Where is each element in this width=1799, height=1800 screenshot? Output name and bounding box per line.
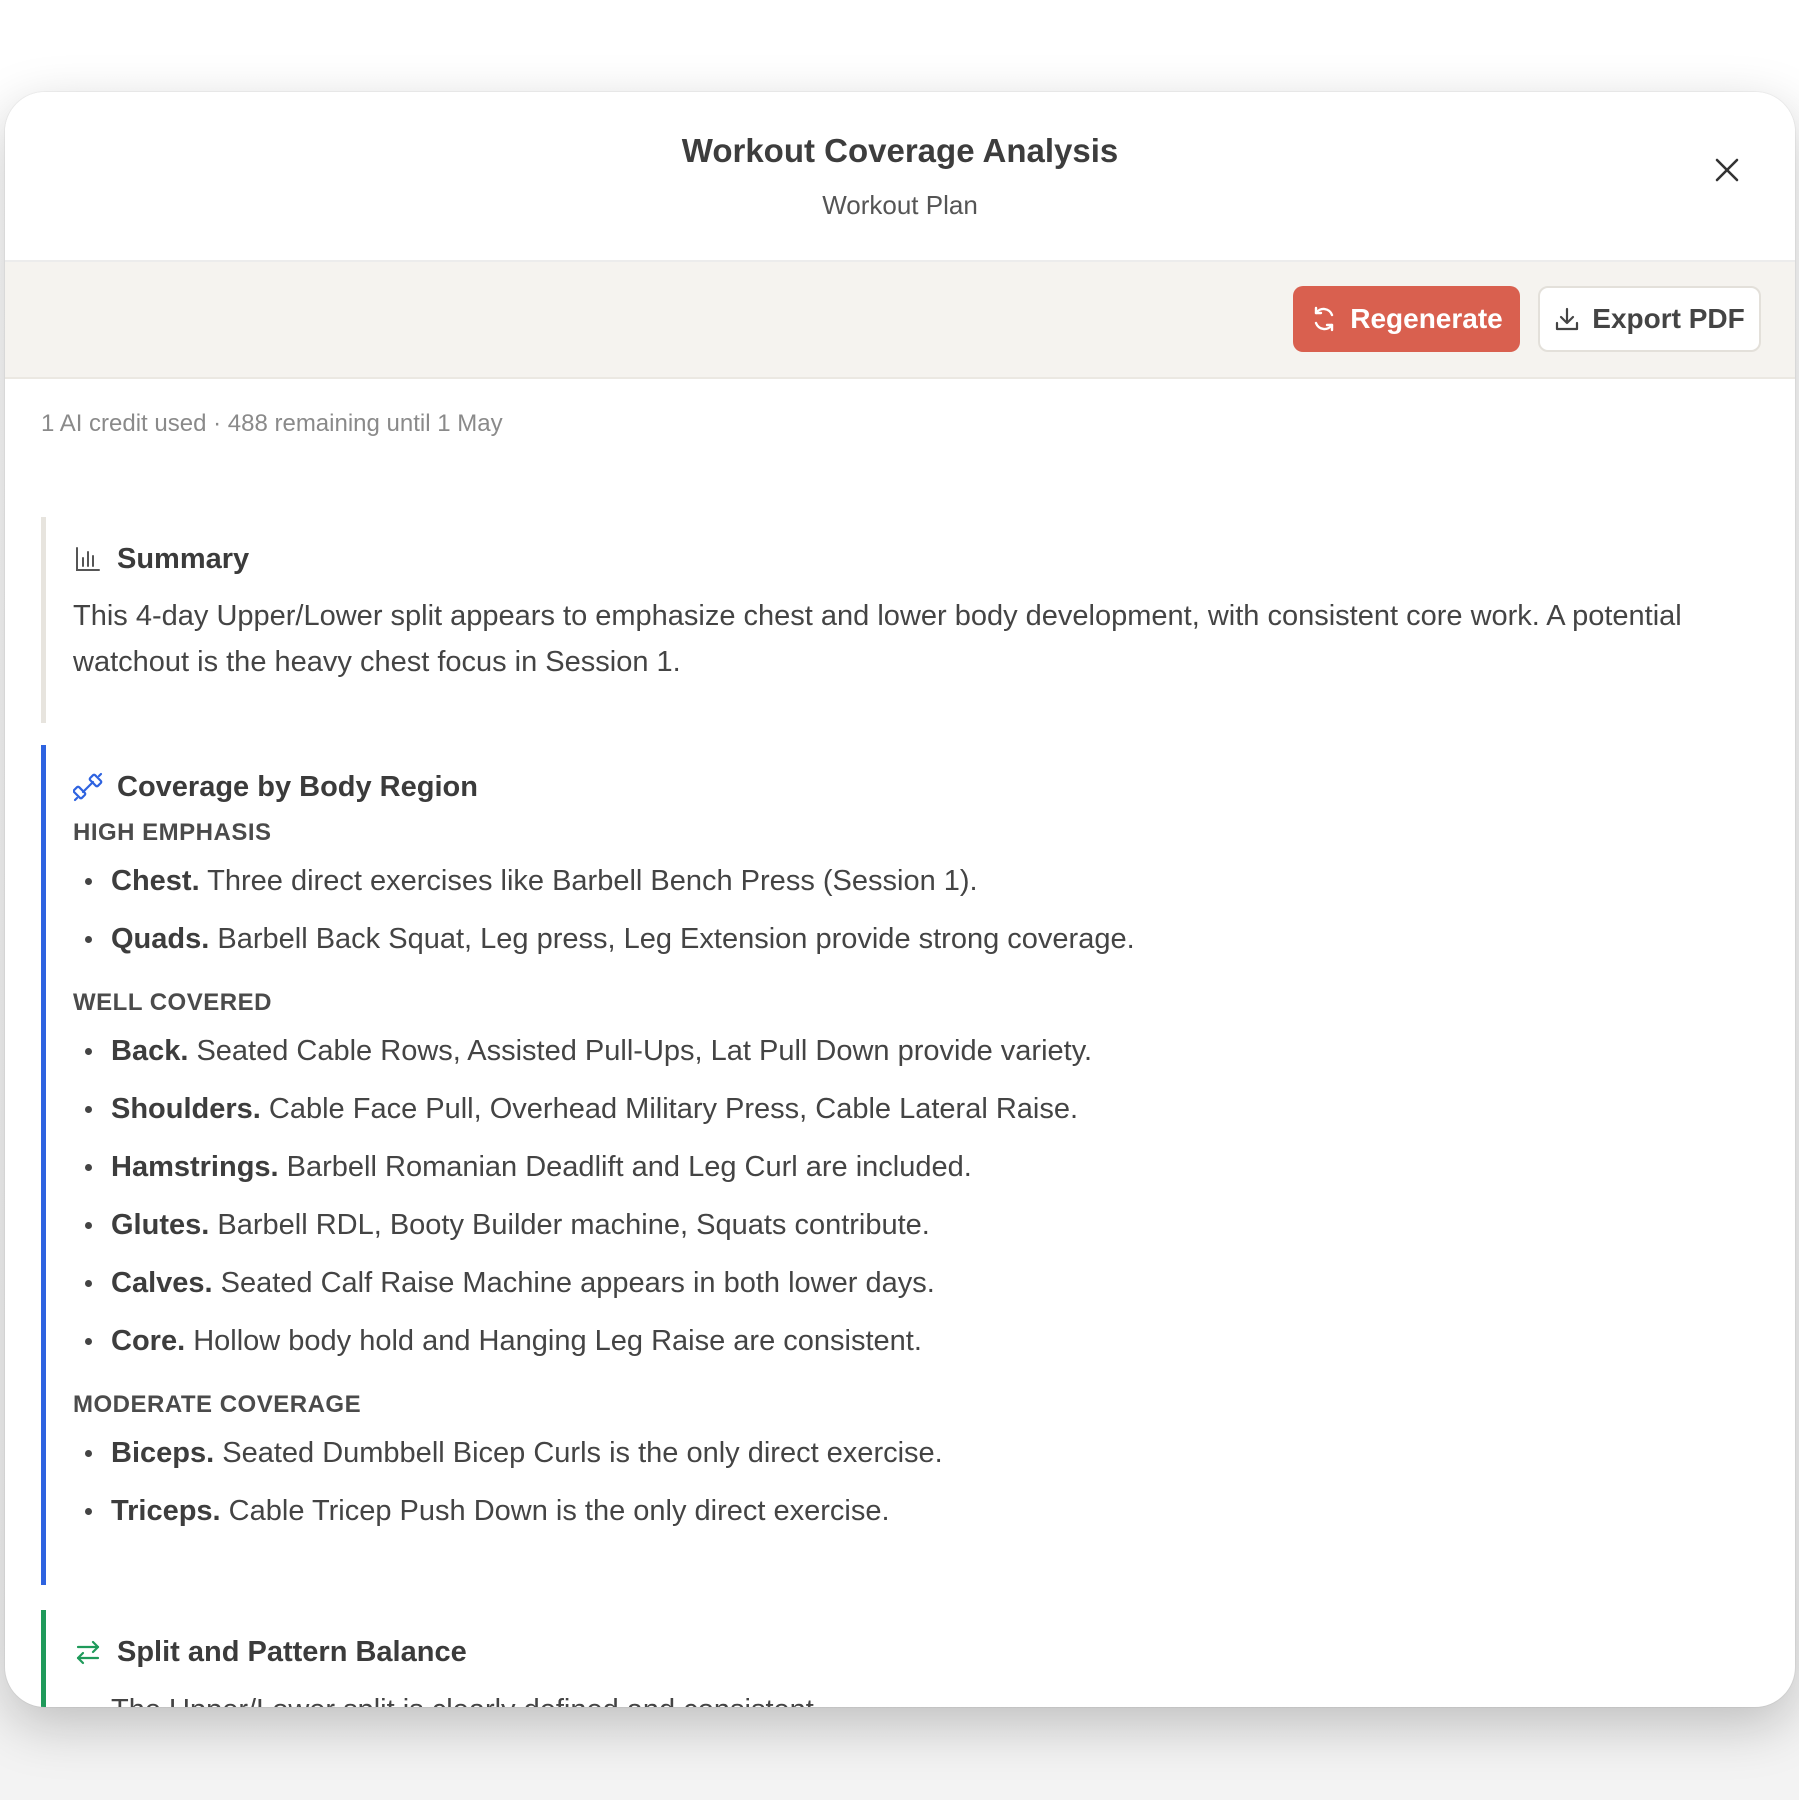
modal-header: Workout Coverage Analysis Workout Plan <box>5 92 1795 262</box>
list-item: Chest. Three direct exercises like Barbe… <box>73 861 1761 919</box>
swap-arrows-icon <box>73 1637 103 1667</box>
summary-heading-text: Summary <box>117 542 250 575</box>
list-item: Quads. Barbell Back Squat, Leg press, Le… <box>73 919 1761 977</box>
regenerate-button[interactable]: Regenerate <box>1293 286 1520 352</box>
list-item: Calves. Seated Calf Raise Machine appear… <box>73 1263 1761 1321</box>
list-item: Core. Hollow body hold and Hanging Leg R… <box>73 1321 1761 1379</box>
list-item: The Upper/Lower split is clearly defined… <box>73 1694 1761 1707</box>
modal-subtitle: Workout Plan <box>822 190 978 220</box>
group-label-moderate: MODERATE COVERAGE <box>73 1391 362 1418</box>
regenerate-label: Regenerate <box>1350 303 1503 334</box>
list-item: Glutes. Barbell RDL, Booty Builder machi… <box>73 1205 1761 1263</box>
coverage-group-high: HIGH EMPHASIS Chest. Three direct exerci… <box>73 819 1761 977</box>
close-icon <box>1715 158 1739 182</box>
summary-text: This 4-day Upper/Lower split appears to … <box>73 600 1682 678</box>
coverage-group-well: WELL COVERED Back. Seated Cable Rows, As… <box>73 989 1761 1379</box>
coverage-section: Coverage by Body Region HIGH EMPHASIS Ch… <box>41 745 1761 1585</box>
split-section: Split and Pattern Balance The Upper/Lowe… <box>41 1610 1761 1707</box>
credits-status: 1 AI credit used · 488 remaining until 1… <box>41 410 503 437</box>
split-heading-text: Split and Pattern Balance <box>117 1635 467 1668</box>
export-pdf-button[interactable]: Export PDF <box>1538 286 1761 352</box>
close-button[interactable] <box>1707 150 1747 190</box>
list-item: Shoulders. Cable Face Pull, Overhead Mil… <box>73 1089 1761 1147</box>
analysis-modal: Workout Coverage Analysis Workout Plan R… <box>5 92 1795 1707</box>
moderate-coverage-list: Biceps. Seated Dumbbell Bicep Curls is t… <box>73 1433 1761 1549</box>
coverage-group-moderate: MODERATE COVERAGE Biceps. Seated Dumbbel… <box>73 1391 1761 1549</box>
group-label-well: WELL COVERED <box>73 989 272 1016</box>
summary-heading: Summary <box>73 539 1761 579</box>
summary-accent-bar <box>41 517 46 723</box>
list-item: Hamstrings. Barbell Romanian Deadlift an… <box>73 1147 1761 1205</box>
coverage-accent-bar <box>41 745 46 1585</box>
split-heading: Split and Pattern Balance <box>73 1632 1761 1672</box>
group-label-high: HIGH EMPHASIS <box>73 819 272 846</box>
high-emphasis-list: Chest. Three direct exercises like Barbe… <box>73 861 1761 977</box>
list-item: Back. Seated Cable Rows, Assisted Pull-U… <box>73 1031 1761 1089</box>
modal-title: Workout Coverage Analysis <box>681 132 1119 169</box>
list-item: Triceps. Cable Tricep Push Down is the o… <box>73 1491 1761 1549</box>
well-covered-list: Back. Seated Cable Rows, Assisted Pull-U… <box>73 1031 1761 1379</box>
download-icon <box>1554 306 1580 332</box>
refresh-icon <box>1310 305 1338 333</box>
split-accent-bar <box>41 1610 46 1707</box>
bar-chart-icon <box>73 544 103 574</box>
toolbar: Regenerate Export PDF <box>5 262 1795 379</box>
list-item: Biceps. Seated Dumbbell Bicep Curls is t… <box>73 1433 1761 1491</box>
export-pdf-label: Export PDF <box>1592 303 1745 334</box>
coverage-heading: Coverage by Body Region <box>73 767 1761 807</box>
dumbbell-icon <box>73 772 103 802</box>
summary-section: Summary This 4-day Upper/Lower split app… <box>41 517 1761 723</box>
coverage-heading-text: Coverage by Body Region <box>117 770 478 803</box>
